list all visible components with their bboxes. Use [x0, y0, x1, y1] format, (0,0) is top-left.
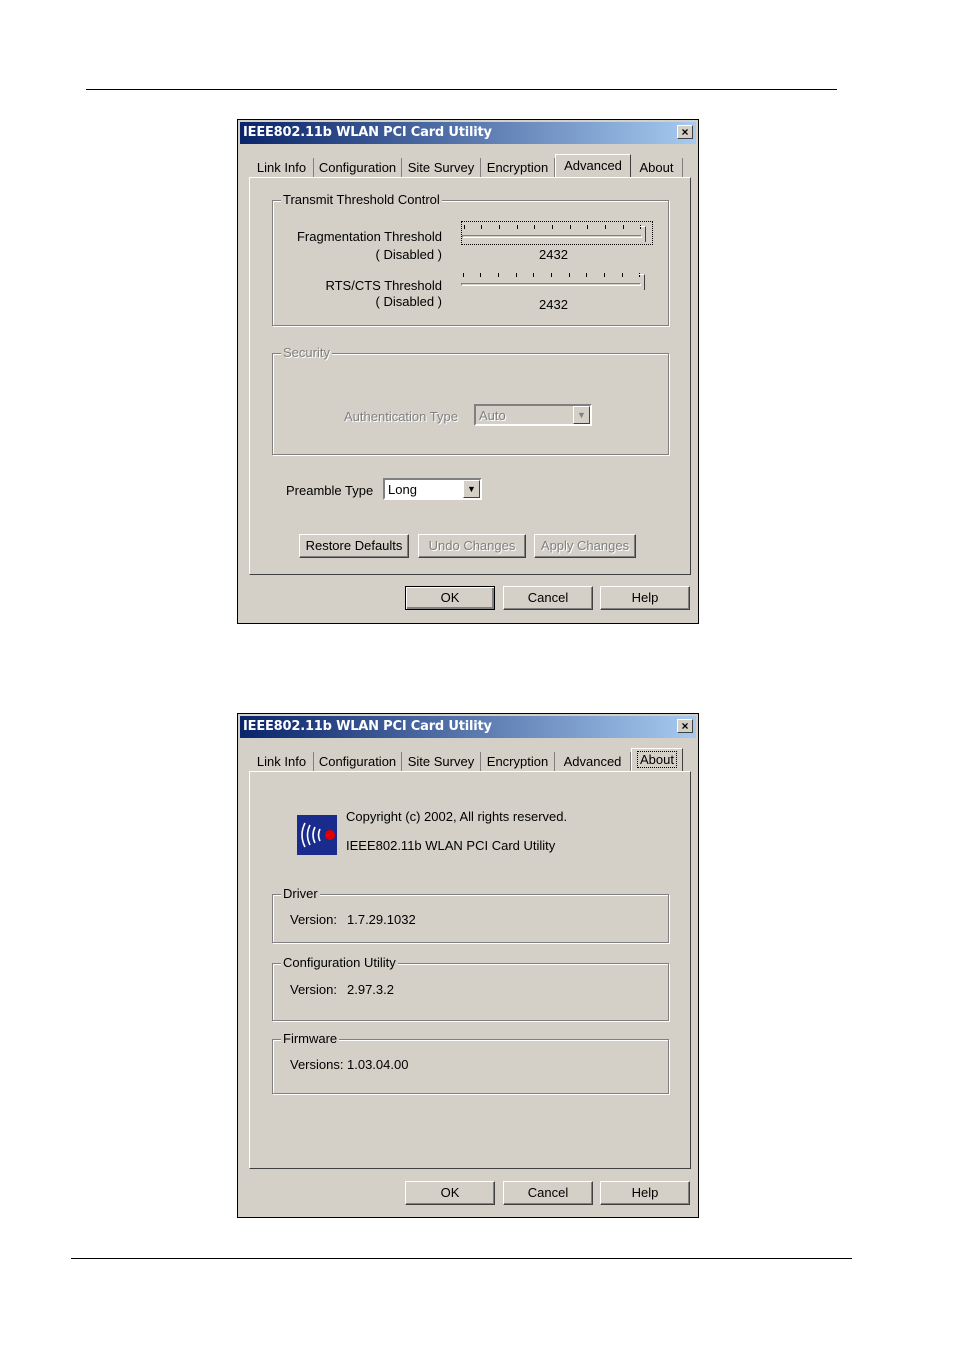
rts-slider[interactable] — [461, 270, 651, 292]
tab-about[interactable]: About — [631, 158, 683, 178]
tab-about[interactable]: About — [631, 748, 683, 772]
window-title: IEEE802.11b WLAN PCI Card Utility — [243, 125, 492, 140]
close-button[interactable]: × — [677, 719, 693, 733]
driver-group: Driver Version: 1.7.29.1032 — [272, 886, 669, 943]
tab-encryption[interactable]: Encryption — [481, 752, 555, 772]
bottom-rule — [71, 1258, 852, 1259]
slider-tick — [605, 225, 606, 229]
copyright-text: Copyright (c) 2002, All rights reserved. — [346, 809, 568, 824]
dropdown-arrow-icon: ▼ — [573, 406, 590, 424]
driver-version: 1.7.29.1032 — [347, 912, 416, 927]
about-panel: Copyright (c) 2002, All rights reserved.… — [249, 771, 691, 1169]
slider-tick — [604, 273, 605, 277]
dialog-advanced: IEEE802.11b WLAN PCI Card Utility × Link… — [237, 119, 699, 624]
restore-defaults-button[interactable]: Restore Defaults — [299, 534, 409, 558]
slider-tick — [481, 225, 482, 229]
tab-advanced[interactable]: Advanced — [555, 752, 631, 772]
firmware-version: 1.03.04.00 — [347, 1057, 409, 1072]
fragmentation-state: ( Disabled ) — [375, 247, 442, 262]
tab-configuration[interactable]: Configuration — [314, 158, 402, 178]
tab-advanced[interactable]: Advanced — [555, 154, 631, 178]
security-group: Security Authentication Type Auto ▼ — [272, 345, 669, 455]
preamble-value: Long — [388, 482, 417, 497]
slider-tick — [480, 273, 481, 277]
close-button[interactable]: × — [677, 125, 693, 139]
firmware-group: Firmware Versions: 1.03.04.00 — [272, 1031, 669, 1094]
fragmentation-slider[interactable] — [461, 221, 653, 245]
config-version: 2.97.3.2 — [347, 982, 394, 997]
configuration-utility-group: Configuration Utility Version: 2.97.3.2 — [272, 955, 669, 1021]
slider-track — [461, 283, 641, 286]
tab-link-info[interactable]: Link Info — [250, 752, 314, 772]
tab-configuration[interactable]: Configuration — [314, 752, 402, 772]
cancel-button[interactable]: Cancel — [503, 1181, 593, 1205]
slider-tick — [551, 273, 552, 277]
preamble-select[interactable]: Long ▼ — [383, 478, 482, 500]
advanced-panel: Transmit Threshold Control Fragmentation… — [249, 177, 691, 575]
title-bar[interactable]: IEEE802.11b WLAN PCI Card Utility × — [240, 122, 696, 144]
slider-tick — [499, 225, 500, 229]
tab-site-survey[interactable]: Site Survey — [402, 158, 481, 178]
slider-tick — [552, 225, 553, 229]
fragmentation-label: Fragmentation Threshold — [296, 229, 442, 244]
dialog-about: IEEE802.11b WLAN PCI Card Utility × Link… — [237, 713, 699, 1218]
slider-tick — [517, 225, 518, 229]
apply-changes-button[interactable]: Apply Changes — [534, 534, 636, 558]
slider-tick — [533, 273, 534, 277]
slider-tick — [622, 273, 623, 277]
driver-version-label: Version: — [290, 912, 337, 927]
slider-tick — [516, 273, 517, 277]
firmware-legend: Firmware — [281, 1031, 340, 1046]
slider-thumb[interactable] — [640, 226, 646, 242]
cancel-button[interactable]: Cancel — [503, 586, 593, 610]
slider-tick — [534, 225, 535, 229]
rts-value: 2432 — [539, 297, 568, 312]
slider-tick — [623, 225, 624, 229]
title-bar[interactable]: IEEE802.11b WLAN PCI Card Utility × — [240, 716, 696, 738]
wireless-waves-icon — [301, 822, 335, 848]
top-rule — [86, 89, 837, 90]
slider-tick — [569, 273, 570, 277]
driver-legend: Driver — [281, 886, 320, 901]
authentication-value: Auto — [479, 408, 506, 423]
slider-tick — [586, 273, 587, 277]
undo-changes-button[interactable]: Undo Changes — [418, 534, 526, 558]
authentication-label: Authentication Type — [344, 409, 458, 424]
slider-tick — [463, 273, 464, 277]
preamble-label: Preamble Type — [286, 483, 374, 498]
slider-tick — [587, 225, 588, 229]
ok-button[interactable]: OK — [405, 1181, 495, 1205]
rts-state: ( Disabled ) — [375, 294, 442, 309]
dropdown-arrow-icon[interactable]: ▼ — [463, 480, 480, 498]
tab-link-info[interactable]: Link Info — [250, 158, 314, 178]
slider-tick — [464, 225, 465, 229]
config-version-label: Version: — [290, 982, 337, 997]
tab-encryption[interactable]: Encryption — [481, 158, 555, 178]
authentication-select[interactable]: Auto ▼ — [474, 404, 592, 426]
slider-track — [462, 235, 642, 238]
window-title: IEEE802.11b WLAN PCI Card Utility — [243, 719, 492, 734]
slider-thumb[interactable] — [639, 274, 645, 290]
product-name: IEEE802.11b WLAN PCI Card Utility — [346, 838, 556, 853]
firmware-version-label: Versions: — [290, 1057, 344, 1072]
security-legend: Security — [281, 345, 332, 360]
tab-site-survey[interactable]: Site Survey — [402, 752, 481, 772]
transmit-threshold-legend: Transmit Threshold Control — [281, 192, 442, 207]
wireless-logo-icon — [297, 815, 337, 855]
configuration-utility-legend: Configuration Utility — [281, 955, 398, 970]
transmit-threshold-group: Transmit Threshold Control Fragmentation… — [272, 192, 669, 326]
help-button[interactable]: Help — [600, 586, 690, 610]
rts-label: RTS/CTS Threshold — [325, 278, 442, 293]
slider-tick — [498, 273, 499, 277]
slider-tick — [570, 225, 571, 229]
help-button[interactable]: Help — [600, 1181, 690, 1205]
ok-button[interactable]: OK — [405, 586, 495, 610]
fragmentation-value: 2432 — [539, 247, 568, 262]
